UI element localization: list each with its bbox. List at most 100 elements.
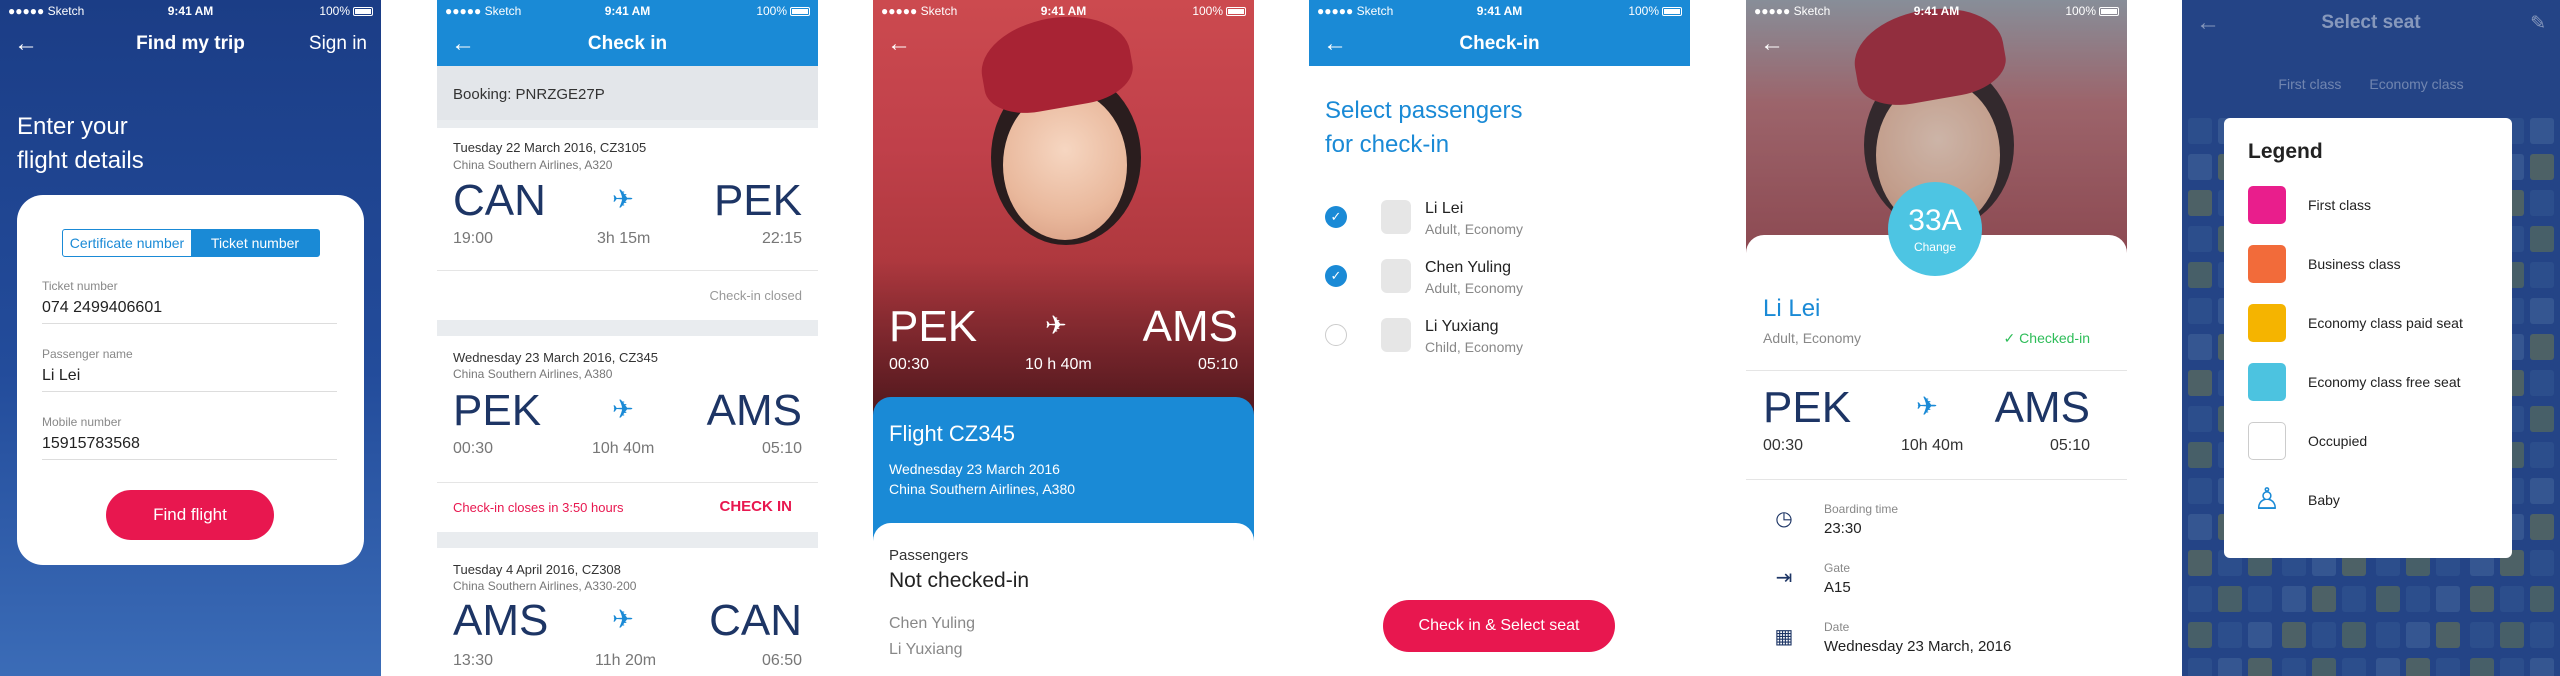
trip-date: Tuesday 4 April 2016, CZ308: [453, 562, 621, 577]
battery-icon: [1662, 7, 1683, 17]
back-arrow-icon[interactable]: ←: [887, 30, 947, 58]
trip-date: Wednesday 23 March 2016, CZ345: [453, 350, 658, 365]
ticket-number-field[interactable]: Ticket number 074 2499406601: [42, 279, 337, 324]
tab-first-class[interactable]: First class: [2278, 76, 2341, 92]
boarding-time-label: Boarding time: [1824, 502, 1899, 516]
origin-code: PEK: [453, 386, 542, 435]
date-row: ▦ Date Wednesday 23 March, 2016: [1766, 616, 2106, 666]
battery-indicator: 100%: [1560, 4, 1683, 18]
check-in-list-screen: ●●●●● Sketch 9:41 AM 100% ← Check in Boo…: [437, 0, 818, 676]
back-arrow-icon[interactable]: ←: [2196, 9, 2256, 37]
back-arrow-icon[interactable]: ←: [14, 30, 74, 58]
legend-title: Legend: [2248, 140, 2323, 163]
change-seat-link[interactable]: Change: [1888, 240, 1982, 254]
legend-label: First class: [2308, 197, 2371, 213]
passenger-type: Adult, Economy: [1425, 280, 1524, 296]
passenger-name-field[interactable]: Passenger name Li Lei: [42, 347, 337, 392]
check-in-select-seat-button[interactable]: Check in & Select seat: [1383, 600, 1615, 652]
mobile-number-field[interactable]: Mobile number 15915783568: [42, 415, 337, 460]
flight-number: Flight CZ345: [889, 421, 1015, 446]
legend-item-first-class: First class: [2248, 186, 2498, 226]
legend-modal: Legend First class Business class Econom…: [2224, 118, 2512, 558]
legend-item-business-class: Business class: [2248, 245, 2498, 285]
trip-date: Tuesday 22 March 2016, CZ3105: [453, 140, 647, 155]
departure-time: 00:30: [889, 356, 930, 373]
passenger-avatar-icon: [1381, 259, 1411, 293]
tab-economy-class[interactable]: Economy class: [2369, 76, 2463, 92]
boarding-time-value: 23:30: [1824, 520, 1862, 537]
gate-icon: ⇥: [1775, 566, 1793, 589]
cabin-tabs: First class Economy class: [2182, 76, 2560, 92]
passenger-row[interactable]: ✓ Li Lei Adult, Economy: [1325, 194, 1665, 242]
economy-free-swatch: [2248, 363, 2286, 401]
passenger-name: Li Lei: [1763, 295, 1821, 322]
heading-line-1: Select passengers: [1325, 97, 1523, 124]
flight-duration: 10h 40m: [1901, 437, 1964, 454]
clock-icon: ◷: [1775, 507, 1793, 530]
headline-line-2: flight details: [17, 147, 144, 174]
page-title: Check-in: [1459, 33, 1540, 54]
passenger-name: Chen Yuling: [889, 615, 975, 632]
legend-label: Economy class paid seat: [2308, 315, 2463, 331]
header-bar: ●●●●● Sketch 9:41 AM 100% ← Check-in: [1309, 0, 1690, 66]
nav-bar: ←: [1746, 22, 2127, 66]
heading-line-2: for check-in: [1325, 131, 1450, 158]
arrival-time: 22:15: [761, 230, 802, 247]
mobile-number-label: Mobile number: [42, 415, 122, 429]
boarding-pass-card: Li Lei Adult, Economy ✓ Checked-in PEK ✈…: [1746, 235, 2127, 676]
check-in-countdown: Check-in closes in 3:50 hours: [453, 500, 624, 515]
mobile-number-value[interactable]: 15915783568: [42, 435, 337, 453]
seat-badge[interactable]: 33A Change: [1888, 182, 1982, 276]
battery-icon: [1226, 7, 1247, 17]
calendar-icon: ▦: [1774, 625, 1794, 648]
back-arrow-icon[interactable]: ←: [1760, 30, 1820, 58]
status-bar: ●●●●● Sketch 9:41 AM 100%: [873, 0, 1254, 22]
divider: [437, 482, 818, 483]
page-title: Check in: [587, 33, 668, 54]
passenger-name: Li Lei: [1425, 200, 1464, 217]
trip-card[interactable]: Wednesday 23 March 2016, CZ345 China Sou…: [437, 336, 818, 532]
status-bar: ●●●●● Sketch 9:41 AM 100%: [437, 0, 818, 22]
trip-card[interactable]: Tuesday 4 April 2016, CZ308 China Southe…: [437, 548, 818, 676]
carrier-label: ●●●●● Sketch: [445, 4, 522, 18]
sign-in-link[interactable]: Sign in: [307, 33, 367, 55]
checkbox-checked-icon[interactable]: ✓: [1325, 206, 1347, 228]
check-in-button[interactable]: CHECK IN: [719, 498, 792, 515]
flight-duration: 3h 15m: [597, 230, 651, 247]
plane-icon: ✈: [612, 184, 634, 214]
destination-code: PEK: [713, 176, 802, 225]
flight-airline: China Southern Airlines, A380: [889, 481, 1076, 497]
ticket-number-value[interactable]: 074 2499406601: [42, 299, 337, 317]
battery-icon: [353, 7, 374, 17]
passenger-row[interactable]: ✓ Chen Yuling Adult, Economy: [1325, 253, 1665, 301]
departure-time: 19:00: [453, 230, 494, 247]
checkmark-icon: ✓: [2003, 330, 2020, 346]
battery-label: 100%: [756, 4, 788, 18]
back-arrow-icon[interactable]: ←: [1323, 30, 1383, 58]
back-arrow-icon[interactable]: ←: [451, 30, 511, 58]
flight-detail-screen: ●●●●● Sketch 9:41 AM 100% ← PEK ✈ AMS 00…: [873, 0, 1254, 676]
carrier-label: ●●●●● Sketch: [1317, 4, 1394, 18]
divider: [1746, 479, 2127, 480]
checked-in-label: Checked-in: [2019, 330, 2090, 346]
checkbox-empty-icon[interactable]: [1325, 324, 1347, 346]
origin-code: PEK: [889, 302, 978, 351]
find-flight-button[interactable]: Find flight: [106, 490, 274, 540]
legend-item-occupied: Occupied: [2248, 422, 2498, 462]
nav-bar: ← Find my trip Sign in: [0, 22, 381, 66]
battery-indicator: 100%: [251, 4, 374, 18]
battery-indicator: 100%: [1997, 4, 2120, 18]
edit-icon[interactable]: ✎: [2486, 12, 2546, 35]
ticket-number-tab[interactable]: Ticket number: [191, 230, 319, 256]
legend-label: Business class: [2308, 256, 2401, 272]
trip-card[interactable]: Tuesday 22 March 2016, CZ3105 China Sout…: [437, 128, 818, 320]
passenger-name-value[interactable]: Li Lei: [42, 367, 337, 385]
legend-item-baby: ♙ Baby: [2248, 481, 2498, 521]
certificate-number-tab[interactable]: Certificate number: [63, 230, 191, 256]
legend-label: Economy class free seat: [2308, 374, 2461, 390]
passenger-type: Adult, Economy: [1425, 221, 1524, 237]
check-in-status: Check-in closed: [709, 288, 803, 303]
passenger-row[interactable]: Li Yuxiang Child, Economy: [1325, 312, 1665, 360]
passengers-card: Passengers Not checked-in Chen Yuling Li…: [873, 523, 1254, 676]
checkbox-checked-icon[interactable]: ✓: [1325, 265, 1347, 287]
